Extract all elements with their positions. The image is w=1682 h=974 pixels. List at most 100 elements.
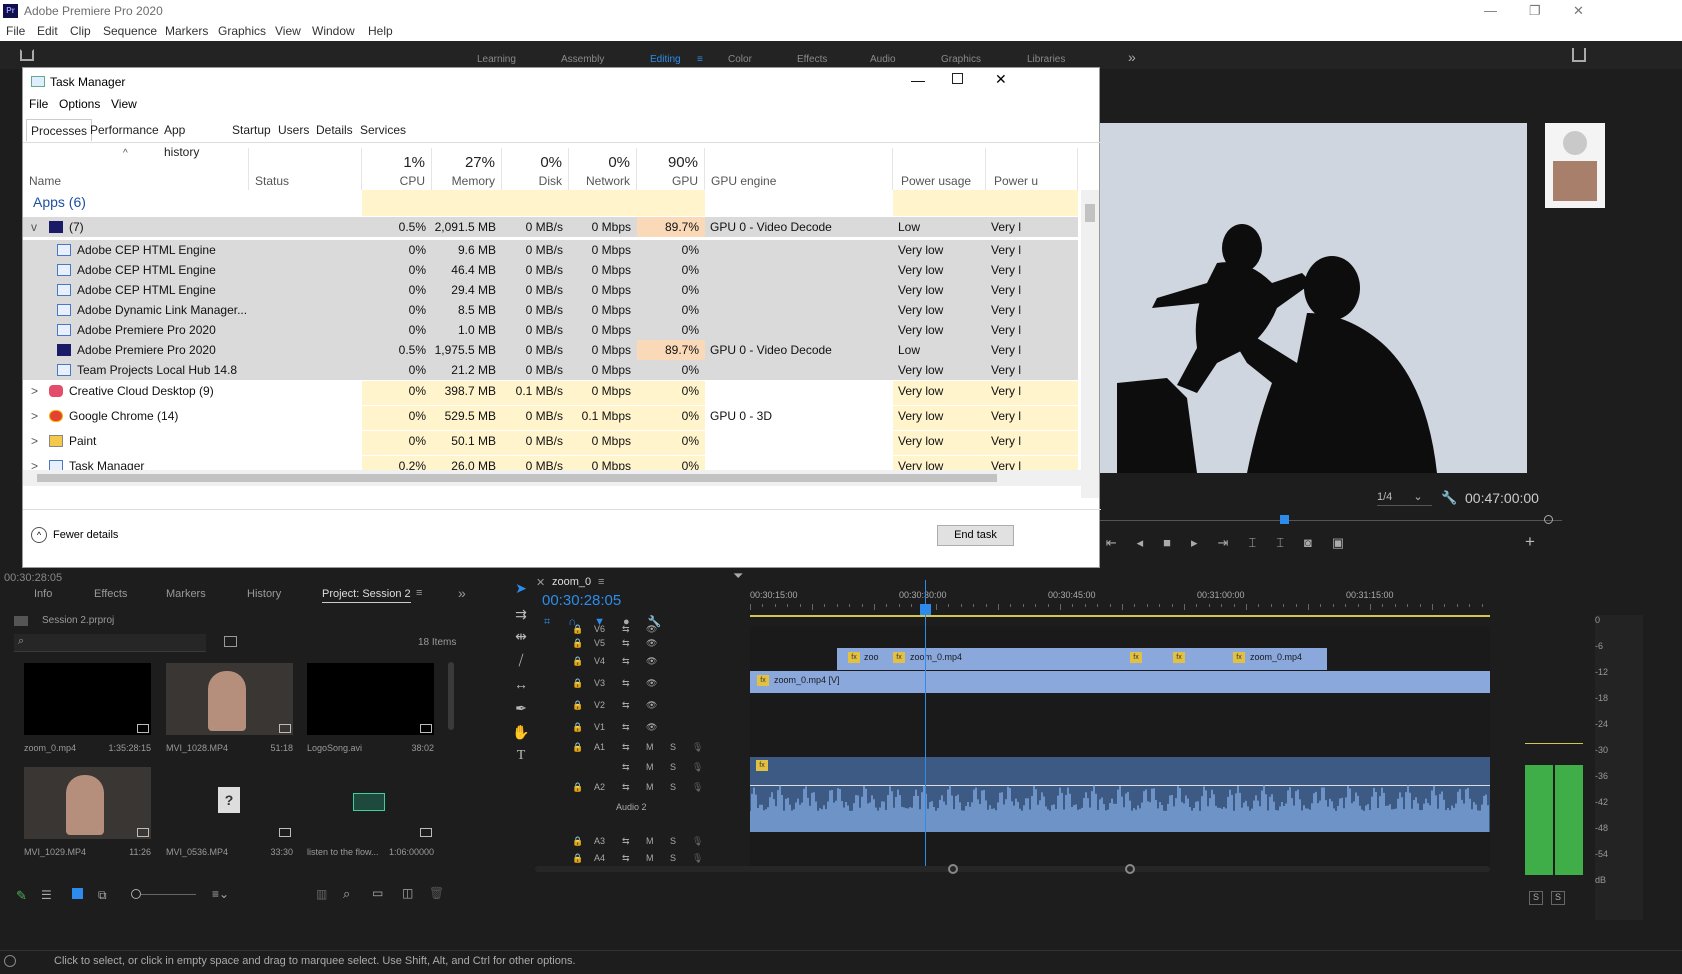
tab-details[interactable]: Details (312, 119, 357, 141)
more-workspaces-icon[interactable]: » (1128, 49, 1136, 65)
solo-button[interactable]: S (670, 742, 676, 752)
process-row[interactable]: Adobe Premiere Pro 2020 0.5% 1,975.5 MB 0 M… (23, 340, 1078, 360)
process-row[interactable]: Adobe Dynamic Link Manager... 0% 8.5 MB 0 M… (23, 300, 1078, 320)
media-thumbnail[interactable] (24, 767, 151, 839)
menu-markers[interactable]: Markers (165, 24, 208, 38)
solo-left-button[interactable]: S (1529, 891, 1543, 905)
sync-icon[interactable]: ⇆ (622, 656, 630, 667)
zoom-slider-handle[interactable] (131, 889, 141, 899)
tm-close-button[interactable]: ✕ (995, 71, 1007, 88)
solo-button[interactable]: S (670, 782, 676, 792)
mute-button[interactable]: M (646, 762, 654, 772)
scroll-thumb[interactable] (1085, 204, 1095, 222)
sync-icon[interactable]: ⇆ (622, 853, 630, 864)
close-button[interactable]: ✕ (1573, 3, 1584, 19)
workspace-assembly[interactable]: Assembly (561, 54, 604, 65)
find-icon[interactable]: ⌕ (343, 886, 350, 902)
col-gpu-engine[interactable]: GPU engine (705, 148, 893, 190)
panel-menu-icon[interactable]: ≡ (416, 587, 422, 599)
tab-project-session2[interactable]: Project: Session 2 (322, 588, 411, 603)
media-thumbnail[interactable] (307, 767, 434, 839)
menu-edit[interactable]: Edit (37, 24, 58, 38)
close-sequence-icon[interactable]: ✕ (536, 576, 545, 589)
eye-icon[interactable]: 👁 (646, 624, 657, 635)
automate-icon[interactable]: ▥ (316, 887, 327, 901)
eye-icon[interactable]: 👁 (646, 700, 657, 711)
process-row[interactable]: Team Projects Local Hub 14.8 0% 21.2 MB 0 M… (23, 360, 1078, 380)
sync-icon[interactable]: ⇆ (622, 762, 630, 773)
col-memory[interactable]: 27% Memory (432, 148, 502, 190)
sequence-menu-icon[interactable]: ≡ (598, 576, 604, 588)
lock-icon[interactable]: 🔒 (572, 853, 583, 864)
tab-users[interactable]: Users (274, 119, 313, 141)
h-scroll-thumb[interactable] (37, 474, 997, 482)
col-power-trend[interactable]: Power u (986, 148, 1078, 190)
scroll-handle-left[interactable] (948, 864, 958, 874)
timeline-h-scrollbar[interactable] (535, 866, 1490, 872)
sort-icon[interactable]: ≡⌄ (212, 887, 229, 901)
pencil-icon[interactable]: ✎ (16, 888, 27, 904)
end-task-button[interactable]: End task (937, 525, 1014, 546)
freeform-view-icon[interactable]: ⧉ (98, 888, 107, 903)
menu-sequence[interactable]: Sequence (103, 24, 157, 38)
col-cpu[interactable]: 1% CPU (362, 148, 432, 190)
menu-view[interactable]: View (275, 24, 301, 38)
timeline-playhead[interactable] (925, 580, 926, 870)
col-disk[interactable]: 0% Disk (502, 148, 569, 190)
video-tracks-area[interactable] (750, 626, 1490, 760)
process-row[interactable]: > Paint 0% 50.1 MB 0 MB/s 0 Mbps 0% Very low Ver… (23, 431, 1078, 455)
media-thumbnail[interactable] (166, 663, 293, 735)
add-button-icon[interactable]: + (1525, 532, 1535, 552)
eye-icon[interactable]: 👁 (646, 656, 657, 667)
icon-view-icon[interactable] (72, 888, 83, 899)
expand-chevron-icon[interactable]: > (31, 384, 38, 398)
eye-icon[interactable]: 👁 (646, 722, 657, 733)
process-row[interactable]: Adobe CEP HTML Engine 0% 46.4 MB 0 MB/s 0 Mb… (23, 260, 1078, 280)
scroll-handle-right[interactable] (1125, 864, 1135, 874)
workspace-graphics[interactable]: Graphics (941, 54, 981, 65)
horizontal-scrollbar[interactable] (23, 470, 1081, 486)
lock-icon[interactable]: 🔒 (572, 722, 583, 733)
col-network[interactable]: 0% Network (569, 148, 637, 190)
menu-graphics[interactable]: Graphics (218, 24, 266, 38)
tab-markers[interactable]: Markers (166, 588, 206, 600)
col-power-usage[interactable]: Power usage (893, 148, 986, 190)
new-bin-icon[interactable] (224, 636, 237, 647)
menu-file[interactable]: File (6, 24, 25, 38)
tab-app-history[interactable]: App history (160, 119, 203, 159)
process-row[interactable]: Adobe CEP HTML Engine 0% 9.6 MB 0 MB/s 0 Mbp… (23, 240, 1078, 260)
share-icon[interactable] (1572, 48, 1586, 62)
tab-processes[interactable]: Processes (26, 119, 93, 141)
mute-button[interactable]: M (646, 836, 654, 846)
tab-performance[interactable]: Performance (86, 119, 163, 141)
tm-menu-options[interactable]: Options (59, 97, 100, 111)
work-area-bar[interactable] (750, 615, 1490, 617)
tab-history[interactable]: History (247, 588, 281, 600)
minimize-button[interactable]: — (1484, 3, 1497, 18)
workspace-libraries[interactable]: Libraries (1027, 54, 1065, 65)
sync-icon[interactable]: ⇆ (622, 782, 630, 793)
mute-button[interactable]: M (646, 853, 654, 863)
media-thumbnail[interactable]: ? (166, 767, 293, 839)
mute-button[interactable]: M (646, 742, 654, 752)
solo-button[interactable]: S (670, 853, 676, 863)
process-row[interactable]: > Creative Cloud Desktop (9) 0% 398.7 MB 0.1… (23, 381, 1078, 405)
trash-icon[interactable]: 🗑 (429, 886, 444, 900)
eye-icon[interactable]: 👁 (646, 678, 657, 689)
zoom-slider-track[interactable] (141, 894, 196, 895)
page-select[interactable]: 1/4 ⌄ (1377, 490, 1432, 506)
sync-icon[interactable]: ⇆ (622, 742, 630, 753)
playhead-handle[interactable] (920, 604, 931, 615)
media-thumbnail[interactable] (307, 663, 434, 735)
col-status[interactable]: Status (249, 148, 362, 190)
workspace-effects[interactable]: Effects (797, 54, 827, 65)
tab-startup[interactable]: Startup (228, 119, 275, 141)
tab-services[interactable]: Services (356, 119, 410, 141)
collapse-chevron-icon[interactable]: ^ (31, 527, 47, 543)
mic-icon[interactable]: 🎙 (692, 836, 703, 847)
transport-controls[interactable]: {}⇤◂■▸⇥⌶⌶◙▣ (1057, 535, 1364, 551)
lock-icon[interactable]: 🔒 (572, 836, 583, 847)
process-row[interactable]: Adobe CEP HTML Engine 0% 29.4 MB 0 MB/s 0 Mb… (23, 280, 1078, 300)
process-row[interactable]: Adobe Premiere Pro 2020 0% 1.0 MB 0 MB/s 0 M… (23, 320, 1078, 340)
new-item-icon[interactable]: ◫ (402, 886, 413, 900)
